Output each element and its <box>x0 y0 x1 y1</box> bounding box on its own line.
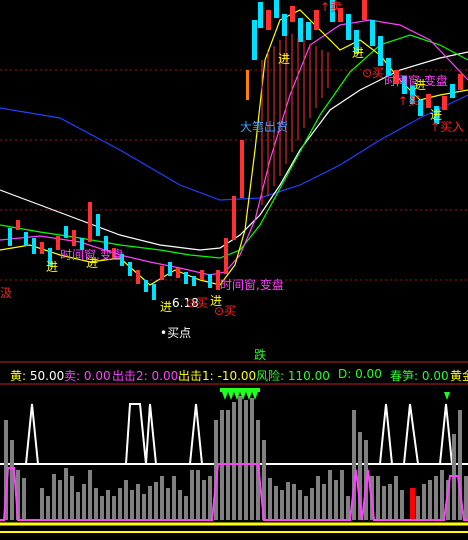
annotation-big-sell: 大笔出货 <box>240 120 289 134</box>
ma-yellow-line <box>0 9 468 286</box>
green-arrow-markers <box>222 392 450 400</box>
series-label: 黄: 50.00 <box>10 369 65 383</box>
series-label: D: 0.00 <box>338 367 382 381</box>
annotation-enter: 进 <box>414 78 427 92</box>
moving-averages <box>0 9 468 286</box>
annotation-buy: ⊙买 <box>186 296 209 310</box>
ma-blue-line <box>0 94 468 201</box>
series-label: 出击1: -10.00 <box>178 369 257 383</box>
annotation-enter: 进 <box>160 300 173 314</box>
annotation-enter: 进 <box>86 256 99 270</box>
annotation-time-window: 时间窗,变盘 <box>220 278 284 292</box>
series-label: 春笋: 0.00 <box>390 369 449 383</box>
annotation-buy-point: •买点 <box>160 326 192 340</box>
red-signal-bar <box>410 488 415 520</box>
annotation-fall: 跌 <box>254 348 267 362</box>
green-arrow-header <box>220 388 260 392</box>
annotation-sell-top: ↑卖 <box>320 0 343 14</box>
series-label: 风险: 110.00 <box>256 369 330 383</box>
gray-volume-bars <box>4 396 468 520</box>
annotation-enter: 进 <box>46 260 59 274</box>
annotation-enter: 进 <box>278 52 291 66</box>
annotation-enter: 进 <box>352 46 365 60</box>
annotation-buy-in: ↑买入 <box>430 120 465 134</box>
indicator-panel <box>0 388 468 533</box>
series-label: 出击2: 0.00 <box>112 369 179 383</box>
series-label: 卖: 0.00 <box>64 369 111 383</box>
series-label: 黄金 <box>450 369 468 383</box>
indicator-readout: 黄: 50.00 卖: 0.00 出击2: 0.00 出击1: -10.00 风… <box>0 366 468 383</box>
annotation-buy: ⊙买 <box>362 66 385 80</box>
annotation-buy-arrow: ↑买 <box>398 94 421 108</box>
annotation-edge-mark: 汲 <box>0 286 13 300</box>
annotation-buy: ⊙买 <box>214 304 237 318</box>
